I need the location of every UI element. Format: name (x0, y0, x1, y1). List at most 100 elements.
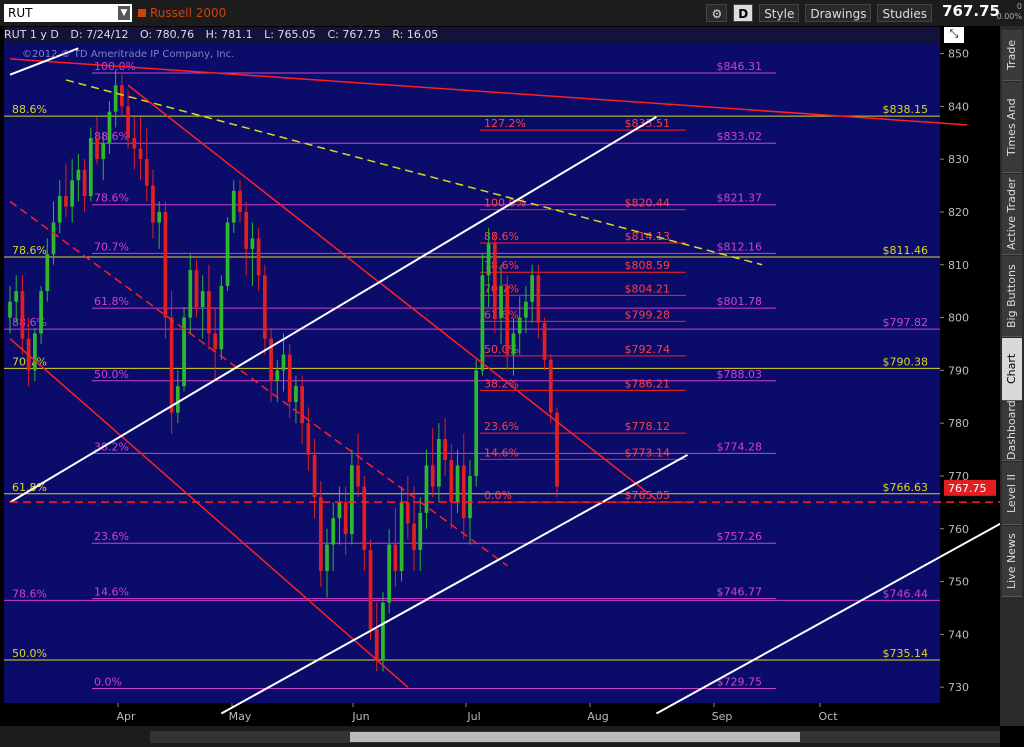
collapse-icon[interactable]: ⤡ (944, 27, 964, 43)
candle-body (262, 275, 267, 339)
candle-body (536, 275, 541, 323)
side-tab-big-buttons[interactable]: Big Buttons (1002, 256, 1022, 337)
x-tick-label: Apr (116, 710, 136, 723)
x-tick-label: May (229, 710, 252, 723)
candle-body (530, 275, 535, 302)
side-tab-level-ii[interactable]: Level II (1002, 462, 1022, 525)
candle-body (64, 196, 68, 207)
y-tick-label: 830 (948, 153, 969, 166)
candle-body (362, 486, 367, 550)
y-tick-label: 840 (948, 100, 969, 113)
last-price: 767.75 (942, 2, 1000, 20)
candle-body (57, 196, 62, 223)
candle-body (524, 301, 528, 318)
price-level-label: $812.16 (717, 240, 763, 253)
y-tick-label: 740 (948, 628, 969, 641)
candle-body (163, 211, 168, 318)
candle-body (474, 370, 479, 476)
settings-icon[interactable]: ⚙ (706, 4, 728, 22)
candle-body (480, 275, 485, 371)
toolbar: RUT ▼ Russell 2000 ⚙ D Style Drawings St… (0, 0, 1024, 27)
product-title: Russell 2000 (138, 4, 226, 22)
price-level-label: $808.59 (625, 259, 671, 272)
candle-body (213, 333, 217, 350)
side-tab-dashboard[interactable]: Dashboard (1002, 400, 1022, 461)
candle-body (20, 291, 25, 339)
fib-label: 14.6% (94, 586, 129, 599)
fib-label: 78.6% (94, 192, 129, 205)
copyright-text: ©2012 © TD Ameritrade IP Company, Inc. (22, 49, 234, 60)
candle-body (356, 465, 360, 487)
fib-label: 50.0% (94, 368, 129, 381)
info-range: R: 16.05 (392, 28, 439, 41)
info-date: D: 7/24/12 (70, 28, 129, 41)
price-level-label: $799.28 (625, 308, 671, 321)
horizontal-scrollbar[interactable] (150, 731, 1000, 743)
price-level-label: $821.37 (717, 192, 763, 205)
info-open: O: 780.76 (139, 28, 195, 41)
axis-gap (940, 43, 944, 703)
style-button[interactable]: Style (759, 4, 800, 22)
fib-label: 88.6% (12, 103, 47, 116)
candle-body (374, 629, 379, 661)
candle-body (70, 180, 75, 207)
info-bar: RUT 1 y D D: 7/24/12 O: 780.76 H: 781.1 … (4, 27, 940, 43)
x-tick-label: Jun (351, 710, 369, 723)
candle-body (32, 333, 37, 371)
fib-label: 0.0% (94, 675, 122, 688)
side-tab-trade[interactable]: Trade (1002, 30, 1022, 81)
y-tick-label: 730 (948, 681, 969, 694)
side-tab-times-and-sales[interactable]: Times And Sales (1002, 82, 1022, 173)
candle-body (200, 291, 205, 307)
candle-body (101, 143, 106, 160)
price-level-label: $801.78 (717, 295, 763, 308)
chevron-down-icon[interactable]: ▼ (118, 6, 130, 20)
fib-label: 88.6% (484, 230, 519, 243)
price-change: 0 0.00% (997, 2, 1022, 22)
candle-body (437, 439, 441, 487)
y-tick-label: 780 (948, 417, 969, 430)
candle-body (157, 211, 162, 223)
candle-body (312, 454, 317, 498)
price-level-label: $778.12 (625, 420, 671, 433)
price-level-label: $792.74 (625, 343, 671, 356)
candle-body (88, 138, 93, 197)
drawings-button[interactable]: Drawings (805, 4, 872, 22)
fib-label: 78.6% (12, 244, 47, 257)
candle-body (368, 549, 373, 630)
studies-button[interactable]: Studies (877, 4, 932, 22)
candle-body (492, 243, 497, 318)
candle-body (169, 317, 174, 413)
candle-body (107, 111, 112, 144)
candle-body (306, 423, 311, 455)
drawings-label: Drawings (810, 7, 867, 21)
candle-body (517, 317, 522, 334)
studies-label: Studies (882, 7, 927, 21)
fib-label: 50.0% (12, 647, 47, 660)
price-chart[interactable]: 730740750760770780790800810820830840850A… (0, 26, 1000, 726)
candle-body (126, 106, 130, 139)
info-close: C: 767.75 (327, 28, 381, 41)
side-tab-active-trader[interactable]: Active Trader (1002, 174, 1022, 255)
price-level-label: $746.77 (717, 586, 763, 599)
scrollbar-thumb[interactable] (350, 732, 800, 742)
info-low: L: 765.05 (264, 28, 316, 41)
price-level-label: $797.82 (883, 316, 929, 329)
candle-body (350, 465, 354, 535)
aggregation-button[interactable]: D (733, 4, 754, 22)
candle-body (449, 460, 454, 503)
fib-label: 0.0% (484, 489, 512, 502)
y-tick-label: 850 (948, 48, 969, 61)
fib-label: 88.6% (94, 130, 129, 143)
candle-body (511, 333, 516, 355)
candle-body (542, 322, 547, 360)
candle-body (300, 386, 305, 424)
price-level-label: $774.28 (717, 440, 763, 453)
candle-body (294, 386, 298, 403)
candle-body (325, 544, 329, 571)
side-tab-live-news[interactable]: Live News (1002, 526, 1022, 597)
side-tab-chart[interactable]: Chart (1002, 338, 1022, 401)
candle-body (412, 523, 416, 550)
symbol-input[interactable]: RUT ▼ (4, 4, 132, 22)
y-tick-label: 800 (948, 312, 969, 325)
